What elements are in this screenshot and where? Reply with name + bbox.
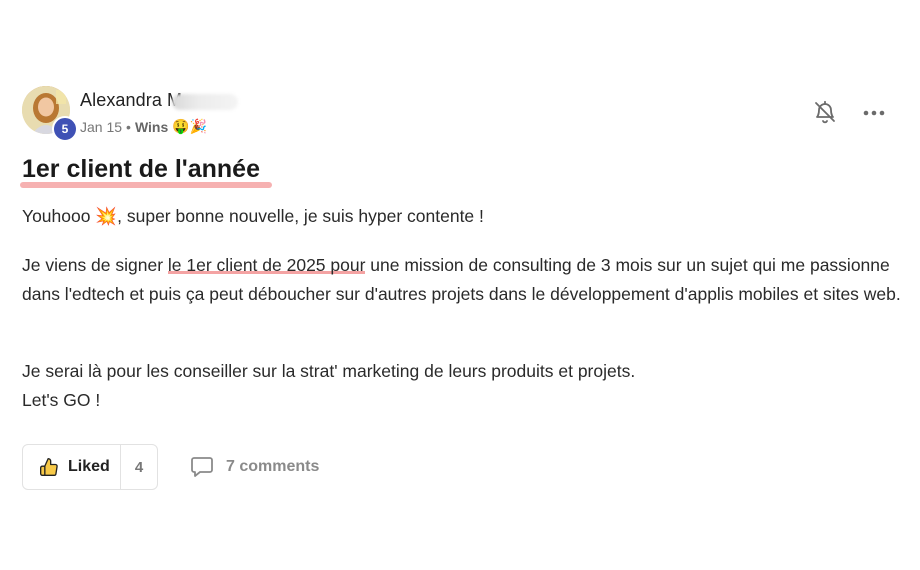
space-emojis: 🤑🎉 — [172, 118, 208, 134]
space-link[interactable]: Wins — [135, 119, 168, 135]
highlighted-text: le 1er client de 2025 pour — [167, 255, 366, 275]
level-badge: 5 — [52, 116, 78, 142]
comment-icon — [191, 457, 213, 477]
body-paragraph-2: Je viens de signer le 1er client de 2025… — [22, 251, 907, 309]
author-avatar-group[interactable]: 5 — [22, 86, 78, 142]
author-name[interactable]: Alexandra M — [80, 90, 182, 111]
p2-before: Je viens de signer — [22, 255, 168, 275]
like-label: Liked — [68, 458, 110, 475]
p1-text: Youhooo — [22, 206, 96, 226]
post-card: 5 Alexandra M Jan 15 • Wins 🤑🎉 1er clien… — [0, 0, 920, 570]
collision-emoji: 💥 — [95, 206, 118, 226]
redacted-surname — [172, 94, 238, 110]
post-meta: Jan 15 • Wins 🤑🎉 — [80, 118, 207, 135]
p3-line-1: Je serai là pour les conseiller sur la s… — [22, 361, 636, 381]
post-title[interactable]: 1er client de l'année — [22, 155, 260, 184]
p1-rest: , super bonne nouvelle, je suis hyper co… — [117, 206, 484, 226]
comments-button[interactable]: 7 comments — [190, 456, 319, 478]
post-date[interactable]: Jan 15 — [80, 119, 122, 135]
more-options-icon[interactable] — [860, 104, 888, 122]
bell-off-icon[interactable] — [813, 100, 837, 126]
like-button[interactable]: Liked — [23, 445, 121, 489]
like-control: Liked 4 — [22, 444, 158, 490]
body-paragraph-3: Je serai là pour les conseiller sur la s… — [22, 357, 907, 415]
comments-label: 7 comments — [226, 458, 320, 475]
like-count[interactable]: 4 — [121, 459, 157, 476]
body-paragraph-1: Youhooo 💥, super bonne nouvelle, je suis… — [22, 202, 907, 231]
meta-separator: • — [126, 118, 131, 135]
p3-line-2: Let's GO ! — [22, 390, 101, 410]
thumbs-up-icon — [40, 458, 58, 476]
